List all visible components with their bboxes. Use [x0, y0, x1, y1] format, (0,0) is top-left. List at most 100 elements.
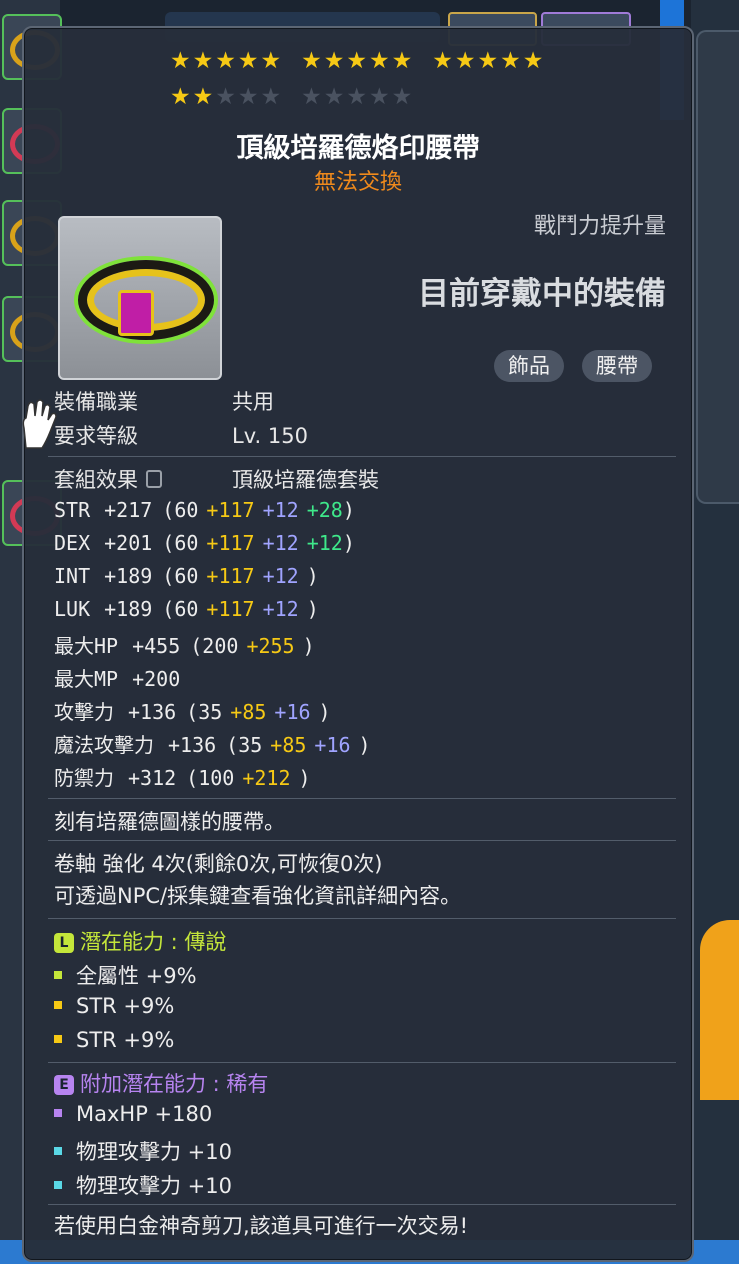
- star-empty-icon: ★: [301, 84, 324, 110]
- stat-name: 攻擊力: [54, 700, 114, 724]
- stat-row: 攻擊力 +136 (35 +85 +16): [54, 696, 331, 725]
- stat-close: ): [358, 733, 371, 757]
- star-filled-icon: ★: [301, 48, 324, 74]
- potential-line: STR +9%: [54, 994, 174, 1018]
- set-label: 套組效果: [54, 468, 138, 492]
- stat-close: ): [342, 498, 355, 522]
- star-filled-icon: ★: [432, 48, 455, 74]
- divider: [48, 798, 676, 799]
- stat-a: +117: [206, 597, 255, 621]
- star-filled-icon: ★: [391, 48, 415, 74]
- stat-name: DEX: [54, 531, 91, 555]
- additional-potential-line: 物理攻擊力 +10: [54, 1136, 232, 1166]
- stat-close: ): [298, 766, 311, 790]
- stat-total: +189: [104, 564, 153, 588]
- lock-icon: [146, 470, 162, 488]
- stat-b: +16: [274, 700, 311, 724]
- divider: [48, 918, 676, 919]
- star-filled-icon: ★: [215, 48, 238, 74]
- star-group: ★★★★★: [301, 50, 414, 73]
- stat-open: (100: [186, 766, 235, 790]
- stat-close: ): [306, 597, 319, 621]
- stat-open: (60: [162, 564, 199, 588]
- star-group: ★★★★★: [432, 50, 545, 73]
- rare-badge-icon: E: [54, 1075, 74, 1095]
- stat-b: +12: [262, 564, 299, 588]
- stat-open: (60: [162, 498, 199, 522]
- stat-close: ): [318, 700, 331, 724]
- star-force-row-1: ★★★★★ ★★★★★ ★★★★★: [170, 50, 563, 73]
- stat-row: DEX +201 (60 +117 +12 +12): [54, 531, 355, 555]
- item-icon-frame: [58, 216, 222, 380]
- stat-a: +255: [246, 634, 295, 658]
- stat-a: +212: [242, 766, 291, 790]
- potential-title: 潛在能力 : 傳說: [80, 930, 227, 954]
- potential-header: L 潛在能力 : 傳說: [54, 926, 226, 956]
- star-group: ★★★★★: [301, 86, 414, 109]
- stat-total: +217: [104, 498, 153, 522]
- stat-name: 魔法攻擊力: [54, 733, 154, 757]
- stat-open: (35: [226, 733, 263, 757]
- stat-total: +201: [104, 531, 153, 555]
- bullet-icon: [54, 1181, 62, 1189]
- star-filled-icon: ★: [323, 48, 347, 74]
- job-value: 共用: [232, 390, 274, 414]
- stat-c: +12: [306, 531, 343, 555]
- belt-gem-icon: [118, 290, 154, 336]
- stat-b: +12: [262, 498, 299, 522]
- bullet-icon: [54, 971, 62, 979]
- level-value: Lv. 150: [232, 424, 308, 448]
- stat-open: (35: [186, 700, 223, 724]
- stat-row: 最大HP +455 (200 +255): [54, 630, 315, 659]
- stat-a: +117: [206, 531, 255, 555]
- scroll-upgrade-info: 卷軸 強化 4次(剩餘0次,可恢復0次): [54, 852, 383, 876]
- star-filled-icon: ★: [170, 48, 193, 74]
- stat-total: +455: [132, 634, 181, 658]
- stat-close: ): [342, 531, 355, 555]
- star-group: ★★★★★: [170, 86, 283, 109]
- star-empty-icon: ★: [323, 84, 347, 110]
- star-filled-icon: ★: [192, 84, 216, 110]
- star-filled-icon: ★: [260, 48, 284, 74]
- additional-potential-header: E 附加潛在能力 : 稀有: [54, 1068, 268, 1098]
- stat-name: 防禦力: [54, 766, 114, 790]
- star-filled-icon: ★: [522, 48, 546, 74]
- star-empty-icon: ★: [215, 84, 238, 110]
- divider: [48, 1062, 676, 1063]
- stat-total: +136: [168, 733, 217, 757]
- stat-a: +117: [206, 498, 255, 522]
- stat-open: (200: [190, 634, 239, 658]
- set-row: 套組效果 頂級培羅德套裝: [54, 464, 379, 494]
- star-filled-icon: ★: [192, 48, 216, 74]
- trade-hint: 若使用白金神奇剪刀,該道具可進行一次交易!: [54, 1214, 469, 1238]
- trade-status: 無法交換: [313, 170, 402, 195]
- star-filled-icon: ★: [477, 48, 501, 74]
- stat-open: (60: [162, 597, 199, 621]
- stat-close: ): [306, 564, 319, 588]
- stat-total: +189: [104, 597, 153, 621]
- star-force-row-2: ★★★★★ ★★★★★: [170, 86, 432, 109]
- stat-name: LUK: [54, 597, 91, 621]
- star-filled-icon: ★: [237, 48, 261, 74]
- star-empty-icon: ★: [346, 84, 369, 110]
- stat-row: LUK +189 (60 +117 +12): [54, 597, 319, 621]
- legendary-badge-icon: L: [54, 933, 74, 953]
- item-tooltip: ★★★★★ ★★★★★ ★★★★★ ★★★★★ ★★★★★ 頂級培羅德烙印腰帶 無法交…: [22, 26, 694, 1262]
- star-filled-icon: ★: [170, 84, 193, 110]
- level-label: 要求等級: [54, 424, 138, 448]
- tag-accessory: 飾品: [494, 350, 564, 382]
- item-name: 頂級培羅德烙印腰帶: [236, 133, 480, 164]
- star-filled-icon: ★: [369, 48, 392, 74]
- potential-line: STR +9%: [54, 1028, 174, 1052]
- potential-line: 全屬性 +9%: [54, 960, 197, 990]
- stat-total: +136: [128, 700, 177, 724]
- additional-potential-line: MaxHP +180: [54, 1102, 212, 1126]
- glove-cursor-icon: [22, 399, 57, 449]
- stat-row: 最大MP +200: [54, 663, 190, 692]
- divider: [48, 1204, 676, 1205]
- star-empty-icon: ★: [369, 84, 392, 110]
- additional-potential-title: 附加潛在能力 : 稀有: [80, 1072, 269, 1096]
- job-label: 裝備職業: [54, 390, 138, 414]
- star-empty-icon: ★: [391, 84, 415, 110]
- star-empty-icon: ★: [260, 84, 284, 110]
